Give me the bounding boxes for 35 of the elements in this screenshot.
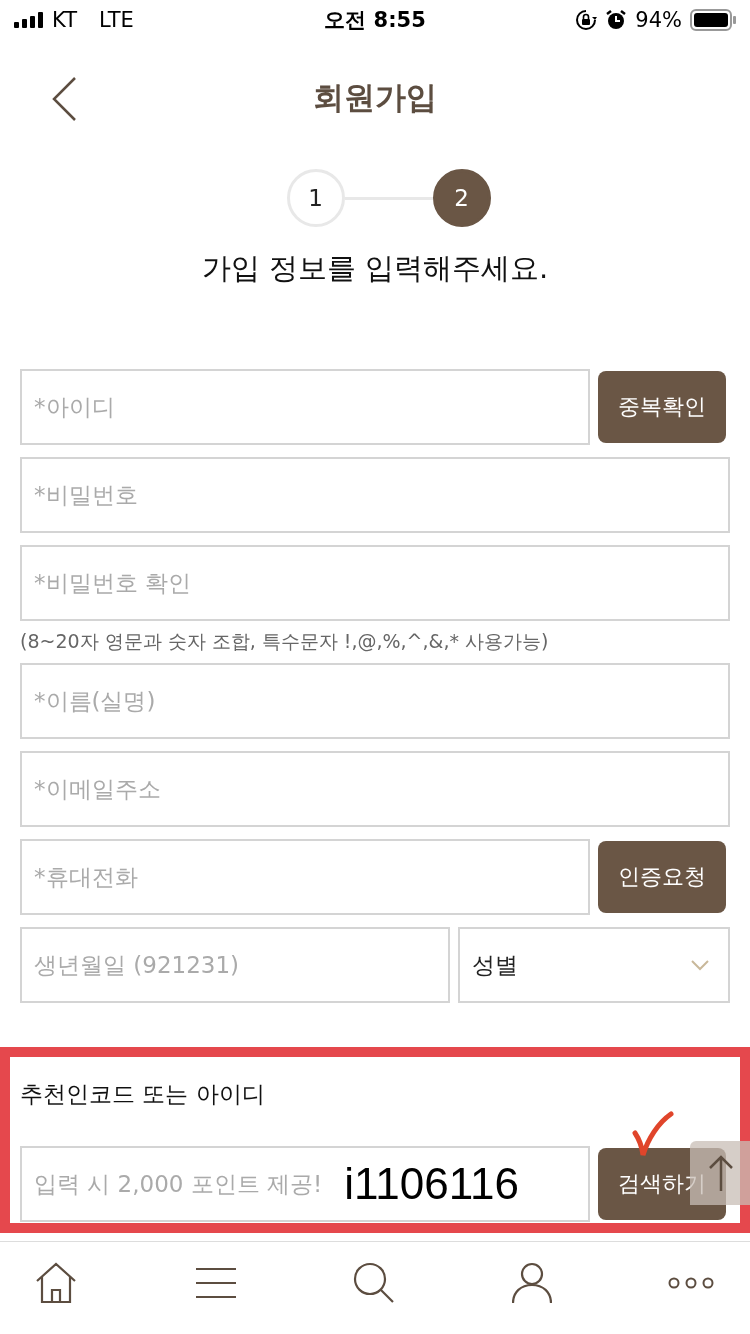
battery-icon [690, 9, 736, 31]
input-field[interactable]: *아이디 [20, 369, 590, 445]
arrow-up-icon [708, 1154, 734, 1192]
status-time: 오전 8:55 [324, 7, 426, 34]
input-field[interactable]: 생년월일 (921231) [20, 927, 450, 1003]
password-hint: (8~20자 영문과 숫자 조합, 특수문자 !,@,%,^,&,* 사용가능) [20, 629, 550, 654]
more-icon[interactable] [668, 1277, 714, 1289]
search-icon[interactable] [353, 1262, 395, 1304]
menu-icon[interactable] [194, 1267, 237, 1299]
action-button[interactable]: 중복확인 [598, 371, 726, 443]
referral-label: 추천인코드 또는 아이디 [20, 1080, 266, 1109]
home-icon[interactable] [34, 1261, 78, 1305]
back-icon[interactable] [51, 76, 77, 122]
input-field[interactable]: *비밀번호 확인 [20, 545, 730, 621]
profile-icon[interactable] [511, 1262, 552, 1304]
carrier-name: KT [52, 8, 77, 32]
input-field[interactable]: *이메일주소 [20, 751, 730, 827]
rotation-lock-icon [575, 9, 598, 31]
signal-icon [14, 12, 44, 28]
input-field[interactable]: *휴대전화 [20, 839, 590, 915]
referral-field[interactable]: 입력 시 2,000 포인트 제공! i1106116 [20, 1146, 590, 1222]
annotation-text: i1106116 [344, 1159, 519, 1209]
check-mark-icon [632, 1111, 674, 1159]
alarm-icon [605, 9, 628, 31]
input-field[interactable]: *이름(실명) [20, 663, 730, 739]
step-indicator: 1 [286, 169, 345, 227]
chevron-down-icon [690, 959, 710, 971]
step-indicator: 2 [432, 169, 491, 227]
battery-percent: 94% [635, 8, 682, 32]
network-type: LTE [98, 8, 134, 32]
page-title: 회원가입 [313, 78, 437, 117]
gender-select[interactable]: 성별 [458, 927, 730, 1003]
subtitle: 가입 정보를 입력해주세요. [200, 250, 550, 287]
input-field[interactable]: *비밀번호 [20, 457, 730, 533]
action-button[interactable]: 인증요청 [598, 841, 726, 913]
